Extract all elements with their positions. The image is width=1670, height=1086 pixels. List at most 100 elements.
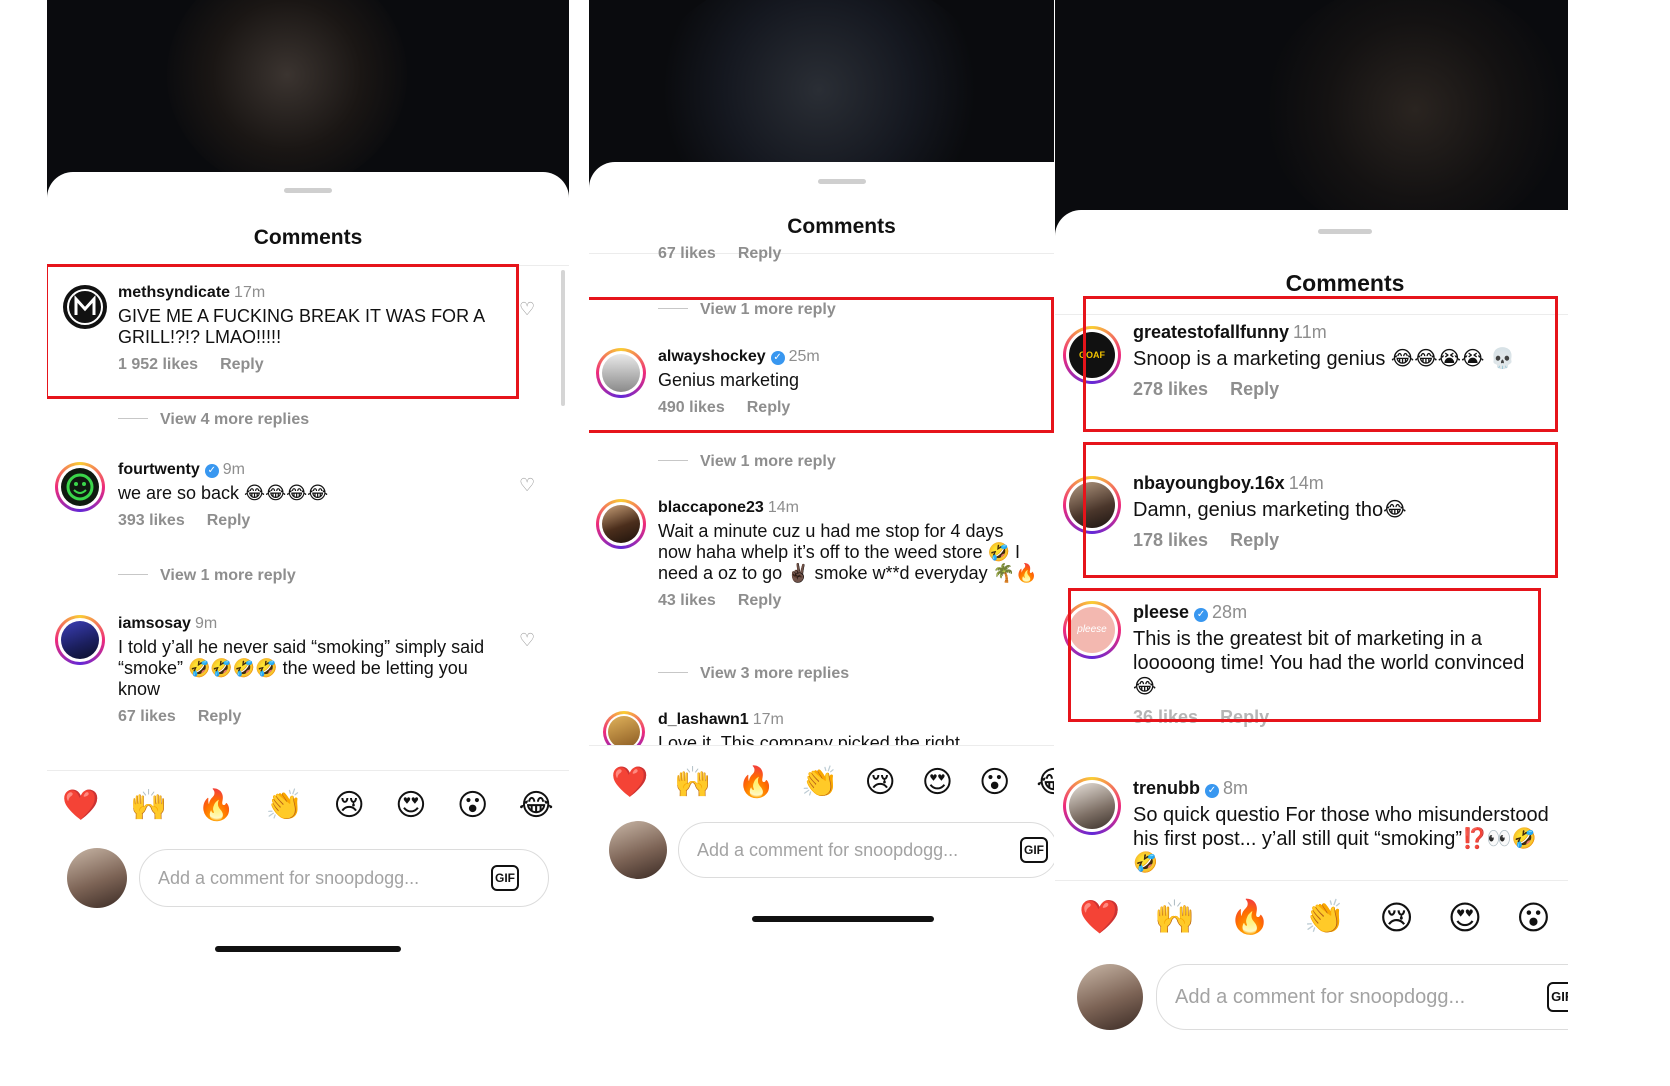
avatar-d-lashawn1[interactable] <box>603 711 645 745</box>
emoji-raised-hands[interactable]: 🙌 <box>130 788 167 823</box>
comment-input[interactable]: Add a comment for snoopdogg... <box>678 822 1054 878</box>
comment-time: 14m <box>767 499 799 516</box>
comment-input[interactable]: Add a comment for snoopdogg... <box>139 849 549 907</box>
comment-username[interactable]: iamsosay <box>118 615 191 632</box>
avatar-fourtwenty[interactable] <box>55 462 105 512</box>
sheet-title: Comments <box>1285 270 1405 296</box>
like-heart-icon[interactable]: ♡ <box>519 299 535 320</box>
comment-fourtwenty: fourtwenty ✓ 9m we are so back 😂😂😂😂 393 li… <box>118 461 508 530</box>
like-heart-icon[interactable]: ♡ <box>519 630 535 651</box>
comment-username[interactable]: trenubb <box>1133 778 1200 798</box>
highlight-box <box>589 297 1054 433</box>
highlight-box <box>47 264 519 399</box>
comment-d-lashawn1: d_lashawn1 17m Love it. This company pick… <box>658 711 1038 745</box>
emoji-heart-eyes[interactable]: 😍 <box>395 788 426 823</box>
view-more-replies[interactable]: View 1 more reply <box>658 453 836 471</box>
comment-text: we are so back 😂😂😂😂 <box>118 483 329 503</box>
video-background <box>47 0 569 200</box>
video-background <box>1055 0 1568 240</box>
comment-text: Wait a minute cuz u had me stop for 4 da… <box>658 521 1038 583</box>
highlight-box <box>1083 442 1558 578</box>
user-avatar[interactable] <box>609 821 667 879</box>
comments-sheet: Comments methsyndicate 17m GIVE ME A FUCK… <box>47 172 569 1000</box>
comment-time: 8m <box>1223 778 1249 798</box>
comment-text: So quick questio For those who misunders… <box>1133 804 1549 874</box>
likes-count[interactable]: 393 likes <box>118 512 185 529</box>
emoji-laugh[interactable]: 😂 <box>1036 765 1054 800</box>
avatar-trenubb[interactable] <box>1063 777 1121 835</box>
gif-button[interactable]: GIF <box>491 865 519 891</box>
comment-username[interactable]: d_lashawn1 <box>658 711 749 728</box>
user-avatar[interactable] <box>67 848 127 908</box>
emoji-cry[interactable]: 😢 <box>1379 898 1413 937</box>
clipped-comment-area: d_lashawn1 17m Love it. This company pick… <box>589 707 1054 745</box>
comment-time: 9m <box>194 615 218 632</box>
comment-time: 9m <box>222 461 246 478</box>
emoji-fire[interactable]: 🔥 <box>738 765 775 800</box>
comment-input[interactable]: Add a comment for snoopdogg... <box>1156 964 1568 1030</box>
view-more-replies[interactable]: View 3 more replies <box>658 665 849 683</box>
emoji-open-mouth[interactable]: 😮 <box>979 765 1010 800</box>
comment-blaccapone23: blaccapone23 14m Wait a minute cuz u had … <box>658 499 1038 610</box>
sheet-title: Comments <box>253 226 363 249</box>
emoji-clap[interactable]: 👏 <box>801 765 838 800</box>
emoji-cry[interactable]: 😢 <box>864 765 895 800</box>
emoji-fire[interactable]: 🔥 <box>1229 898 1270 937</box>
emoji-raised-hands[interactable]: 🙌 <box>1154 898 1195 937</box>
gif-button[interactable]: GIF <box>1547 982 1568 1012</box>
home-indicator <box>752 916 934 922</box>
comment-text: I told y’all he never said “smoking” sim… <box>118 637 485 699</box>
screenshot-panel-1: Comments methsyndicate 17m GIVE ME A FUCK… <box>47 0 569 1000</box>
emoji-heart[interactable]: ❤️ <box>62 788 99 823</box>
comment-time: 17m <box>752 711 784 728</box>
comment-text: Love it. This company picked the right <box>658 733 960 745</box>
emoji-fire[interactable]: 🔥 <box>198 788 235 823</box>
screenshot-panel-3: Comments GOAF greatestofallfunny 11m Snoo… <box>1055 0 1568 1086</box>
verified-badge-icon: ✓ <box>1205 784 1219 798</box>
emoji-raised-hands[interactable]: 🙌 <box>674 765 711 800</box>
comments-sheet: Comments GOAF greatestofallfunny 11m Snoo… <box>1055 210 1568 1086</box>
likes-count[interactable]: 43 likes <box>658 592 716 609</box>
view-more-replies[interactable]: View 4 more replies <box>118 411 309 429</box>
reply-button[interactable]: Reply <box>198 708 242 725</box>
sheet-drag-handle[interactable] <box>818 179 866 184</box>
user-avatar[interactable] <box>1077 964 1143 1030</box>
screenshot-panel-2: Comments 67 likes Reply View 1 more reply… <box>589 0 1054 1000</box>
comment-username[interactable]: fourtwenty <box>118 461 200 478</box>
emoji-heart[interactable]: ❤️ <box>611 765 648 800</box>
avatar-blaccapone23[interactable] <box>596 499 646 549</box>
reply-button[interactable]: Reply <box>207 512 251 529</box>
sheet-drag-handle[interactable] <box>284 188 332 193</box>
emoji-open-mouth[interactable]: 😮 <box>457 788 488 823</box>
home-indicator <box>215 946 401 952</box>
comment-meta: 67 likes Reply <box>658 245 781 263</box>
avatar-iamsosay[interactable] <box>55 615 105 665</box>
view-more-replies[interactable]: View 1 more reply <box>118 567 296 585</box>
sheet-drag-handle[interactable] <box>1318 229 1372 234</box>
scrollbar[interactable] <box>561 270 565 406</box>
gif-button[interactable]: GIF <box>1020 837 1048 863</box>
emoji-reaction-bar: ❤️ 🙌 🔥 👏 😢 😍 😮 😂 <box>47 788 569 823</box>
comment-trenubb: trenubb ✓ 8m So quick questio For those wh… <box>1133 778 1553 875</box>
reply-button[interactable]: Reply <box>738 592 782 609</box>
comment-iamsosay: iamsosay 9m I told y’all he never said “s… <box>118 615 508 726</box>
emoji-clap[interactable]: 👏 <box>1304 898 1345 937</box>
emoji-reaction-bar: ❤️ 🙌 🔥 👏 😢 😍 😮 😂 <box>589 765 1054 800</box>
emoji-cry[interactable]: 😢 <box>333 788 364 823</box>
like-heart-icon[interactable]: ♡ <box>519 475 535 496</box>
highlight-box <box>1068 588 1541 722</box>
reply-button[interactable]: Reply <box>738 245 782 262</box>
emoji-open-mouth[interactable]: 😮 <box>1516 898 1550 937</box>
likes-count[interactable]: 67 likes <box>118 708 176 725</box>
emoji-laugh[interactable]: 😂 <box>519 788 554 823</box>
emoji-reaction-bar: ❤️ 🙌 🔥 👏 😢 😍 😮 <box>1055 898 1568 937</box>
likes-count[interactable]: 67 likes <box>658 245 716 262</box>
highlight-box <box>1083 296 1558 432</box>
emoji-heart-eyes[interactable]: 😍 <box>922 765 953 800</box>
verified-badge-icon: ✓ <box>204 464 219 478</box>
emoji-heart-eyes[interactable]: 😍 <box>1448 898 1482 937</box>
emoji-heart[interactable]: ❤️ <box>1079 898 1120 937</box>
comment-username[interactable]: blaccapone23 <box>658 499 764 516</box>
comments-sheet: Comments 67 likes Reply View 1 more reply… <box>589 162 1054 1000</box>
emoji-clap[interactable]: 👏 <box>266 788 303 823</box>
